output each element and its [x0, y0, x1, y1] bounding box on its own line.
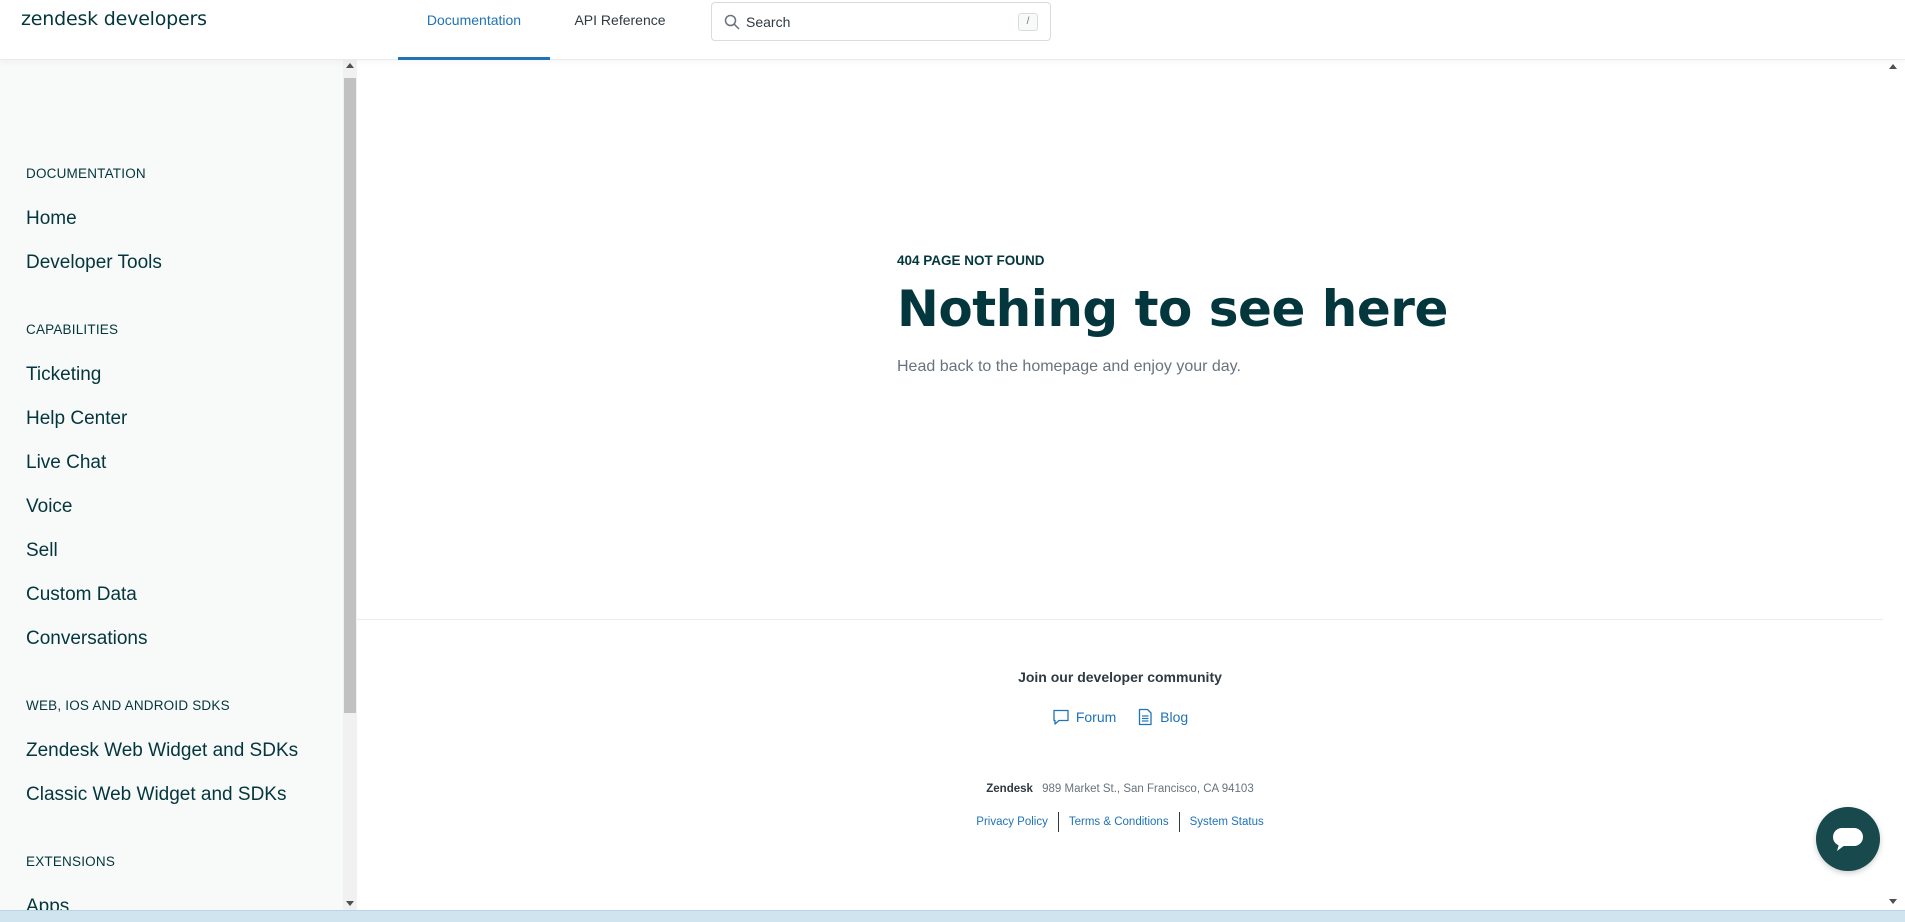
page-title: Nothing to see here: [897, 280, 1448, 338]
os-taskbar: [0, 910, 1905, 922]
tab-api-reference[interactable]: API Reference: [560, 0, 680, 60]
search-box[interactable]: /: [711, 2, 1051, 41]
search-icon: [724, 14, 740, 30]
sidebar-item-apps[interactable]: Apps: [26, 896, 69, 910]
community-heading: Join our developer community: [1018, 669, 1222, 685]
terms-conditions-link[interactable]: Terms & Conditions: [1059, 816, 1179, 828]
sidebar-item-voice[interactable]: Voice: [26, 496, 72, 518]
sidebar-scroll-thumb[interactable]: [344, 78, 356, 713]
tab-documentation[interactable]: Documentation: [398, 0, 550, 60]
blog-link-label: Blog: [1160, 709, 1189, 725]
search-input[interactable]: [746, 11, 986, 33]
system-status-link[interactable]: System Status: [1180, 816, 1274, 828]
address-text: 989 Market St., San Francisco, CA 94103: [1042, 783, 1254, 795]
sidebar-item-conversations[interactable]: Conversations: [26, 628, 147, 650]
sidebar-scrollbar[interactable]: [343, 60, 357, 910]
speech-bubble-icon: [1053, 709, 1069, 725]
document-icon: [1139, 708, 1152, 726]
sidebar-item-sell[interactable]: Sell: [26, 540, 58, 562]
sidebar-item-home[interactable]: Home: [26, 208, 77, 230]
sidebar-item-help-center[interactable]: Help Center: [26, 408, 127, 430]
sidebar-item-live-chat[interactable]: Live Chat: [26, 452, 106, 474]
scroll-up-arrow-icon[interactable]: [1889, 64, 1897, 69]
chat-widget-button[interactable]: [1816, 807, 1880, 871]
forum-link[interactable]: Forum: [1052, 708, 1116, 726]
community-links: Forum Blog: [357, 708, 1883, 729]
sidebar-item-developer-tools[interactable]: Developer Tools: [26, 252, 162, 274]
sidebar-section-sdks: WEB, IOS AND ANDROID SDKS: [26, 698, 230, 713]
sidebar-section-extensions: EXTENSIONS: [26, 854, 116, 869]
company-address: Zendesk 989 Market St., San Francisco, C…: [357, 783, 1883, 795]
main-scrollbar[interactable]: [1883, 60, 1905, 910]
error-description: Head back to the homepage and enjoy your…: [897, 358, 1241, 375]
sidebar-item-web-widget-sdks[interactable]: Zendesk Web Widget and SDKs: [26, 740, 298, 762]
sidebar-item-classic-web-widget[interactable]: Classic Web Widget and SDKs: [26, 784, 286, 806]
forum-link-label: Forum: [1075, 709, 1117, 725]
blog-link[interactable]: Blog: [1136, 708, 1188, 726]
site-logo[interactable]: zendesk developers: [21, 8, 207, 30]
search-shortcut-key: /: [1018, 13, 1038, 31]
scroll-up-arrow-icon[interactable]: [346, 63, 354, 68]
sidebar-section-capabilities: CAPABILITIES: [26, 322, 119, 337]
company-name: Zendesk: [986, 783, 1033, 795]
sidebar-item-custom-data[interactable]: Custom Data: [26, 584, 137, 606]
legal-links: Privacy Policy Terms & Conditions System S…: [357, 812, 1883, 832]
chat-icon: [1833, 828, 1863, 851]
sidebar-section-documentation: DOCUMENTATION: [26, 166, 146, 181]
main-content: 404 PAGE NOT FOUND Nothing to see here H…: [357, 60, 1883, 910]
privacy-policy-link[interactable]: Privacy Policy: [966, 816, 1058, 828]
scroll-down-arrow-icon[interactable]: [1889, 899, 1897, 904]
scroll-down-arrow-icon[interactable]: [346, 901, 354, 906]
top-header: zendesk developers Documentation API Ref…: [0, 0, 1905, 60]
error-code: 404 PAGE NOT FOUND: [897, 253, 1045, 268]
sidebar: DOCUMENTATION Home Developer Tools CAPAB…: [0, 60, 357, 910]
sidebar-item-ticketing[interactable]: Ticketing: [26, 364, 101, 386]
footer-divider: [357, 619, 1883, 620]
